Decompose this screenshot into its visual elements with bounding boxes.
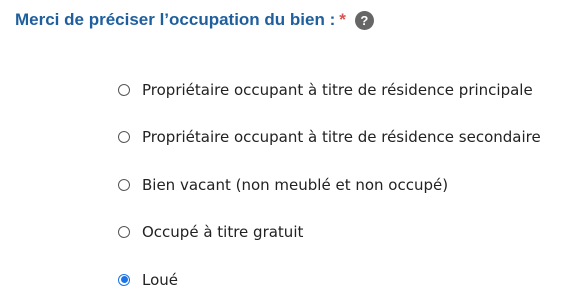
radio-selected-dot [120, 276, 128, 284]
radio-option-label: Propriétaire occupant à titre de résiden… [142, 128, 541, 147]
radio-unselected-icon[interactable] [118, 83, 130, 96]
radio-option-label: Occupé à titre gratuit [142, 223, 304, 242]
radio-option-label: Loué [142, 270, 179, 289]
radio-option-occupe-titre-gratuit[interactable]: Occupé à titre gratuit [118, 209, 541, 257]
help-icon[interactable]: ? [354, 10, 374, 30]
radio-option-bien-vacant[interactable]: Bien vacant (non meublé et non occupé) [118, 161, 541, 209]
radio-option-residence-principale[interactable]: Propriétaire occupant à titre de résiden… [118, 66, 541, 114]
radio-option-residence-secondaire[interactable]: Propriétaire occupant à titre de résiden… [118, 114, 541, 162]
radio-option-loue[interactable]: Loué [118, 256, 541, 304]
radio-unselected-icon[interactable] [118, 178, 130, 191]
required-marker: * [339, 10, 346, 29]
radio-selected-icon[interactable] [118, 273, 130, 286]
occupation-question: Merci de préciser l’occupation du bien :… [15, 10, 374, 30]
radio-unselected-icon[interactable] [118, 131, 130, 144]
occupation-radio-group: Propriétaire occupant à titre de résiden… [118, 66, 541, 304]
radio-option-label: Propriétaire occupant à titre de résiden… [142, 80, 533, 99]
radio-unselected-icon[interactable] [118, 226, 130, 239]
radio-option-label: Bien vacant (non meublé et non occupé) [142, 175, 449, 194]
question-label: Merci de préciser l’occupation du bien : [15, 10, 336, 29]
